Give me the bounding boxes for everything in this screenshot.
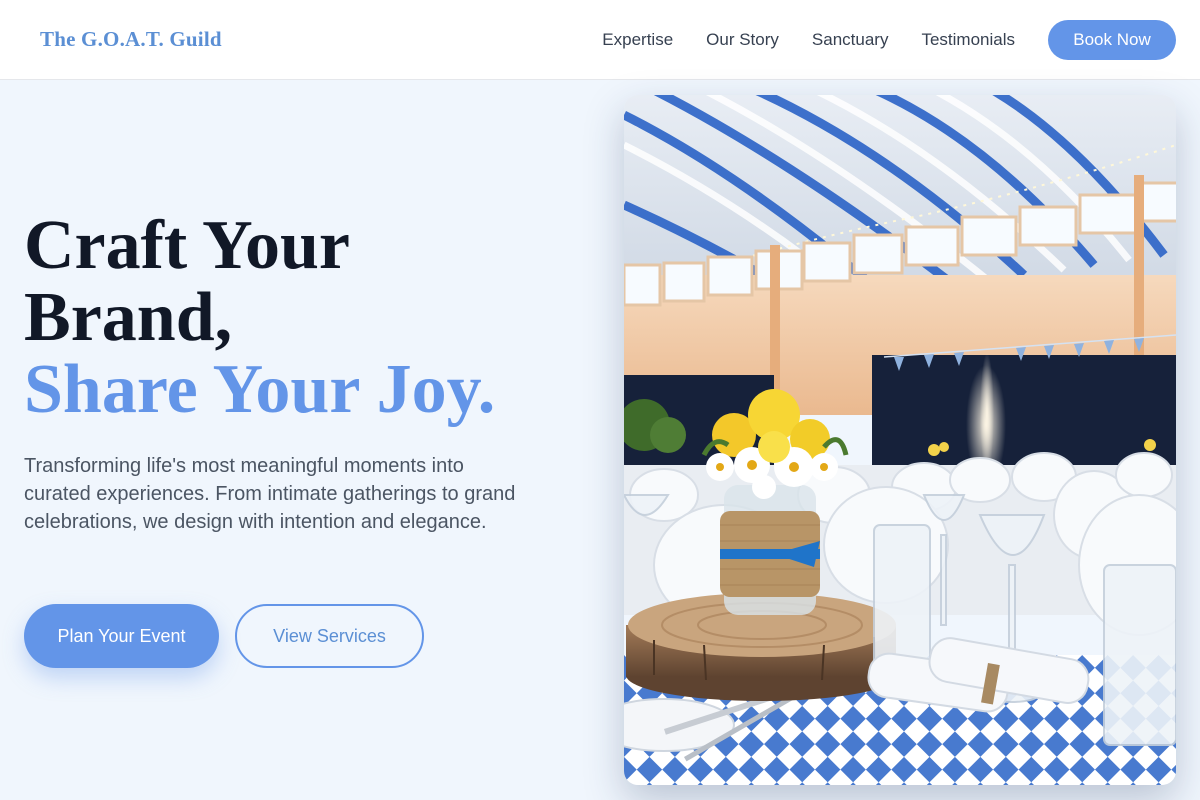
hero-title: Craft Your Brand, Share Your Joy. xyxy=(24,210,584,426)
nav-link-testimonials[interactable]: Testimonials xyxy=(921,30,1015,50)
top-navbar: The G.O.A.T. Guild Expertise Our Story S… xyxy=(0,0,1200,80)
nav-link-our-story[interactable]: Our Story xyxy=(706,30,779,50)
nav-link-sanctuary[interactable]: Sanctuary xyxy=(812,30,889,50)
hero-title-accent: Share Your Joy. xyxy=(24,351,496,428)
hero-title-line-1: Craft Your xyxy=(24,207,350,284)
site-logo[interactable]: The G.O.A.T. Guild xyxy=(40,27,222,52)
hero-description: Transforming life's most meaningful mome… xyxy=(24,455,516,533)
plan-event-button[interactable]: Plan Your Event xyxy=(24,604,219,668)
hero-event-image xyxy=(624,95,1176,785)
hero-title-line-2: Brand, xyxy=(24,279,233,356)
view-services-button[interactable]: View Services xyxy=(235,604,424,668)
main-nav: Expertise Our Story Sanctuary Testimonia… xyxy=(602,19,1176,60)
nav-link-expertise[interactable]: Expertise xyxy=(602,30,673,50)
book-now-button[interactable]: Book Now xyxy=(1048,19,1176,60)
